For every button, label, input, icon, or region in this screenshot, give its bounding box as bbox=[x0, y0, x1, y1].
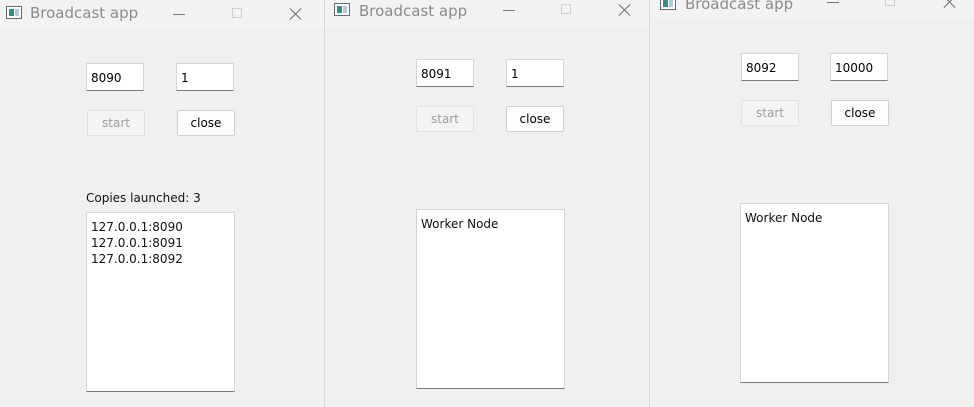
start-button[interactable]: start bbox=[741, 100, 799, 126]
port-input[interactable]: 8091 bbox=[416, 59, 474, 87]
output-list[interactable]: Worker Node bbox=[416, 209, 565, 389]
close-button[interactable]: close bbox=[177, 110, 235, 136]
broadcast-window-1: Broadcast app 8090 1 start close Copies … bbox=[0, 0, 324, 407]
window-title: Broadcast app bbox=[30, 4, 139, 22]
minimize-icon[interactable] bbox=[820, 0, 846, 14]
close-button[interactable]: close bbox=[831, 100, 889, 126]
count-input[interactable]: 1 bbox=[506, 59, 564, 87]
list-item: Worker Node bbox=[745, 211, 823, 225]
app-window-icon bbox=[334, 3, 350, 16]
maximize-icon[interactable] bbox=[878, 0, 904, 14]
app-window-icon bbox=[660, 0, 676, 10]
broadcast-window-3: Broadcast app 8092 10000 start close Wor… bbox=[650, 0, 974, 407]
start-button[interactable]: start bbox=[87, 110, 145, 136]
close-icon[interactable] bbox=[937, 0, 963, 14]
maximize-icon[interactable] bbox=[225, 2, 251, 26]
maximize-icon[interactable] bbox=[554, 0, 580, 22]
output-list[interactable]: 127.0.0.1:8090 127.0.0.1:8091 127.0.0.1:… bbox=[86, 212, 235, 392]
close-button[interactable]: close bbox=[506, 106, 564, 132]
app-window-icon bbox=[6, 6, 22, 19]
close-icon[interactable] bbox=[612, 0, 638, 22]
broadcast-window-2: Broadcast app 8091 1 start close Worker … bbox=[325, 0, 649, 407]
desktop-stage: Broadcast app 8090 1 start close Copies … bbox=[0, 0, 974, 407]
list-item: 127.0.0.1:8092 bbox=[91, 252, 183, 266]
title-bar[interactable]: Broadcast app bbox=[0, 0, 324, 30]
port-input[interactable]: 8092 bbox=[741, 53, 799, 81]
title-bar[interactable]: Broadcast app bbox=[650, 0, 974, 18]
list-item: Worker Node bbox=[421, 217, 499, 231]
copies-launched-label: Copies launched: 3 bbox=[86, 191, 201, 205]
window-title: Broadcast app bbox=[359, 2, 468, 20]
port-input[interactable]: 8090 bbox=[86, 63, 144, 91]
list-item: 127.0.0.1:8091 bbox=[91, 236, 183, 250]
window-title: Broadcast app bbox=[685, 0, 794, 13]
list-item: 127.0.0.1:8090 bbox=[91, 220, 183, 234]
count-input[interactable]: 1 bbox=[176, 63, 234, 91]
close-icon[interactable] bbox=[283, 2, 309, 26]
start-button[interactable]: start bbox=[416, 106, 474, 132]
title-bar[interactable]: Broadcast app bbox=[325, 0, 649, 26]
output-list[interactable]: Worker Node bbox=[740, 203, 889, 383]
minimize-icon[interactable] bbox=[496, 0, 522, 22]
minimize-icon[interactable] bbox=[166, 2, 192, 26]
count-input[interactable]: 10000 bbox=[830, 53, 888, 81]
